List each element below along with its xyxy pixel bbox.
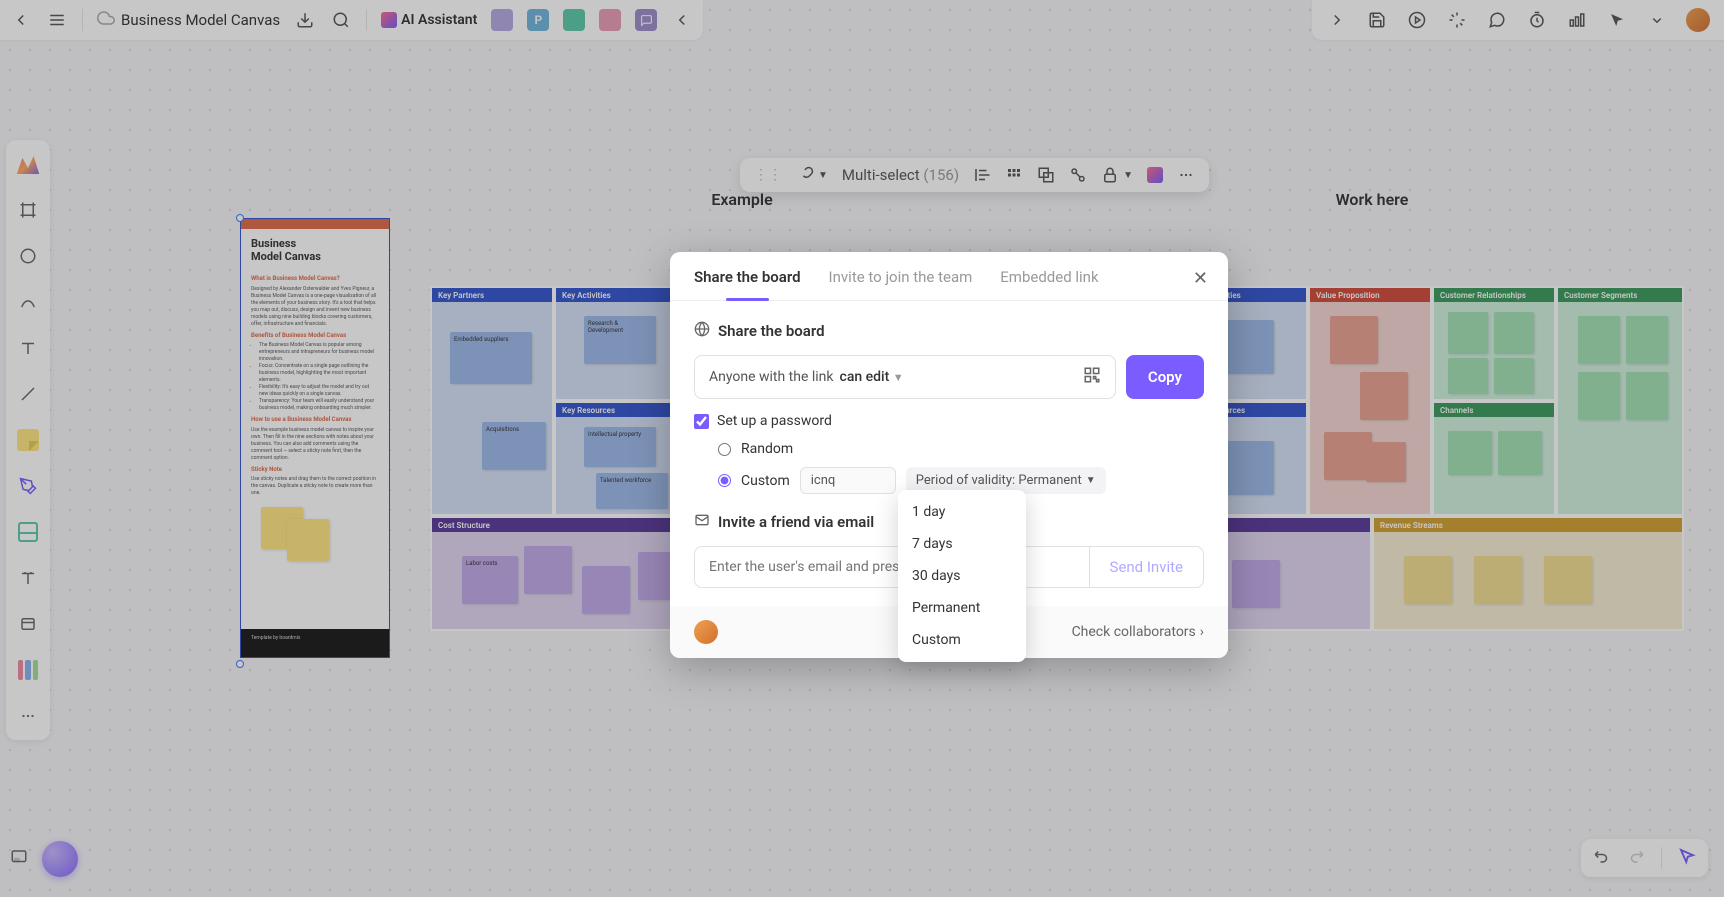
password-checkbox[interactable]: Set up a password xyxy=(694,413,1204,429)
permission-dropdown[interactable]: can edit ▼ xyxy=(840,369,904,385)
chevron-right-icon: › xyxy=(1200,624,1204,640)
send-invite-button[interactable]: Send Invite xyxy=(1089,546,1204,588)
chevron-down-icon: ▼ xyxy=(1086,475,1096,486)
validity-option-custom[interactable]: Custom xyxy=(898,624,1026,656)
password-custom-option[interactable]: Custom xyxy=(718,473,790,489)
close-button[interactable]: ✕ xyxy=(1193,268,1208,289)
password-random-option[interactable]: Random xyxy=(718,441,1204,457)
share-section-header: Share the board xyxy=(694,321,1204,341)
check-collaborators-link[interactable]: Check collaborators › xyxy=(1072,624,1204,640)
validity-option-permanent[interactable]: Permanent xyxy=(898,592,1026,624)
mail-icon xyxy=(694,512,710,532)
validity-option-30days[interactable]: 30 days xyxy=(898,560,1026,592)
validity-dropdown-menu: 1 day 7 days 30 days Permanent Custom xyxy=(898,490,1026,662)
tab-invite-team[interactable]: Invite to join the team xyxy=(829,268,973,300)
random-radio[interactable] xyxy=(718,443,731,456)
share-link-box: Anyone with the link can edit ▼ xyxy=(694,355,1116,399)
email-input[interactable] xyxy=(694,546,1089,588)
password-checkbox-input[interactable] xyxy=(694,414,709,429)
validity-option-7days[interactable]: 7 days xyxy=(898,528,1026,560)
tab-share-board[interactable]: Share the board xyxy=(694,268,801,300)
tab-embedded-link[interactable]: Embedded link xyxy=(1000,268,1098,300)
chevron-down-icon: ▼ xyxy=(893,371,904,384)
custom-radio[interactable] xyxy=(718,474,731,487)
validity-option-1day[interactable]: 1 day xyxy=(898,496,1026,528)
globe-icon xyxy=(694,321,710,341)
qr-code-button[interactable] xyxy=(1083,366,1101,388)
collaborator-avatar[interactable] xyxy=(694,620,718,644)
password-input[interactable] xyxy=(800,467,896,494)
copy-button[interactable]: Copy xyxy=(1126,355,1204,399)
